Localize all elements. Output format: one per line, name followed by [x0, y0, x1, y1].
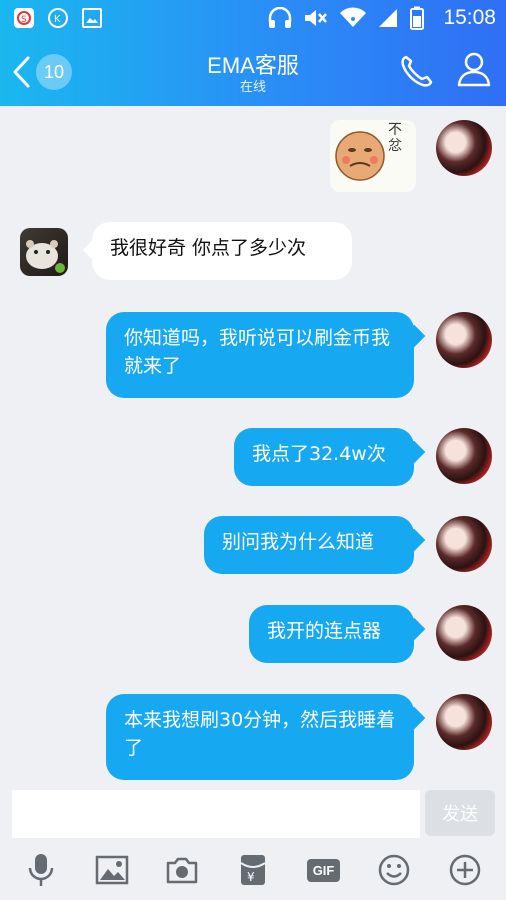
- gif-icon: GIF: [306, 858, 341, 882]
- hamster-icon: [26, 240, 65, 273]
- message-text: 我开的连点器: [267, 620, 382, 642]
- sticker-message[interactable]: 不忿: [330, 120, 416, 192]
- svg-text:S: S: [21, 15, 27, 25]
- image-icon: [95, 855, 129, 885]
- message-text: 我点了32.4w次: [252, 443, 386, 465]
- chat-header: 10 EMA客服 在线: [0, 36, 506, 106]
- message-bubble-outgoing[interactable]: 我点了32.4w次: [234, 428, 414, 486]
- more-button[interactable]: [443, 848, 487, 892]
- message-bubble-outgoing[interactable]: 本来我想刷30分钟，然后我睡着了: [106, 694, 414, 780]
- image-button[interactable]: [90, 848, 134, 892]
- message-text: 你知道吗，我听说可以刷金币我就来了: [124, 327, 391, 377]
- message-bubble-incoming[interactable]: 我很好奇 你点了多少次: [92, 222, 352, 280]
- camera-icon: [167, 857, 198, 884]
- my-avatar[interactable]: [436, 120, 492, 176]
- profile-button[interactable]: [456, 50, 492, 92]
- my-avatar[interactable]: [436, 694, 492, 750]
- message-bubble-outgoing[interactable]: 我开的连点器: [249, 605, 414, 663]
- headphones-icon: [269, 7, 292, 28]
- composer: 发送: [0, 782, 506, 840]
- gallery-notification-icon: [82, 8, 102, 28]
- battery-icon: [410, 6, 425, 30]
- message-list: 不忿 我很好奇 你点了多少次 你知道吗，我听说可以刷金币我就来了 我点了32.4…: [0, 106, 506, 782]
- emoji-button[interactable]: [372, 848, 416, 892]
- wifi-icon: [340, 7, 367, 28]
- red-packet-icon: ¥: [240, 855, 266, 885]
- sticker-caption: 不忿: [388, 122, 402, 154]
- message-text: 本来我想刷30分钟，然后我睡着了: [124, 709, 396, 759]
- signal-icon: [379, 9, 398, 27]
- my-avatar[interactable]: [436, 516, 492, 572]
- camera-button[interactable]: [160, 848, 204, 892]
- clock: 15:08: [443, 6, 496, 29]
- svg-text:K: K: [54, 14, 61, 25]
- status-bar: S K 15:08: [0, 0, 506, 36]
- svg-text:¥: ¥: [247, 870, 255, 884]
- send-button[interactable]: 发送: [425, 790, 495, 836]
- emoji-icon: [378, 854, 410, 886]
- call-button[interactable]: [398, 52, 436, 94]
- contact-avatar[interactable]: [20, 228, 68, 276]
- plus-icon: [449, 854, 480, 886]
- gif-button[interactable]: GIF: [302, 848, 346, 892]
- my-avatar[interactable]: [436, 428, 492, 484]
- message-text: 我很好奇 你点了多少次: [110, 237, 307, 259]
- message-text: 别问我为什么知道: [222, 531, 375, 553]
- red-packet-button[interactable]: ¥: [231, 848, 275, 892]
- voice-button[interactable]: [19, 848, 63, 892]
- message-bubble-outgoing[interactable]: 别问我为什么知道: [204, 516, 414, 574]
- person-icon: [457, 52, 491, 87]
- input-toolbar: ¥ GIF: [0, 840, 506, 900]
- mic-icon: [29, 854, 54, 886]
- my-avatar[interactable]: [436, 605, 492, 661]
- k-app-icon: K: [48, 8, 68, 28]
- message-bubble-outgoing[interactable]: 你知道吗，我听说可以刷金币我就来了: [106, 312, 414, 398]
- mute-icon: [305, 10, 328, 26]
- phone-icon: [401, 55, 433, 87]
- my-avatar[interactable]: [436, 312, 492, 368]
- app-notification-icon: S: [14, 8, 34, 28]
- message-input[interactable]: [12, 790, 420, 838]
- header-background: S K 15:08 10 EMA客服 在线: [0, 0, 506, 106]
